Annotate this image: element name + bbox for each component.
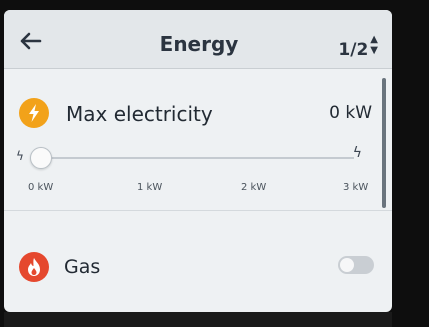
gas-label: Gas — [64, 256, 101, 278]
arrow-left-icon — [20, 32, 42, 50]
gas-toggle-knob — [340, 258, 354, 272]
slider-tick-label: 1 kW — [137, 182, 163, 193]
divider — [4, 210, 392, 211]
page-indicator: 1/2 — [338, 40, 369, 60]
device-bezel: Energy 1/2▲ ▼ Max electricity 0 kW ϟ ϟ 0 … — [0, 0, 429, 327]
max-electricity-label: Max electricity — [66, 102, 213, 126]
bolt-icon: ϟ — [352, 145, 362, 161]
slider-tick-label: 0 kW — [28, 182, 54, 193]
screen-bottom-bezel — [4, 312, 392, 327]
max-electricity-row: Max electricity 0 kW ϟ ϟ 0 kW 1 kW 2 kW … — [4, 68, 392, 218]
max-electricity-value: 0 kW — [329, 103, 372, 123]
gas-row: Gas — [4, 240, 392, 300]
screen: Energy 1/2▲ ▼ Max electricity 0 kW ϟ ϟ 0 … — [4, 10, 392, 312]
lightning-bolt-icon — [19, 98, 49, 128]
page-selector[interactable]: 1/2▲ ▼ — [338, 34, 378, 60]
back-button[interactable] — [18, 30, 44, 52]
slider-track[interactable] — [36, 157, 354, 159]
page-title: Energy — [159, 32, 239, 56]
slider-thumb[interactable] — [30, 147, 52, 169]
header-bar: Energy 1/2▲ ▼ — [4, 10, 392, 69]
small-bolt-icon: ϟ — [16, 149, 24, 163]
slider-tick-label: 2 kW — [241, 182, 267, 193]
max-electricity-slider[interactable]: ϟ ϟ — [16, 143, 362, 173]
slider-tick-label: 3 kW — [343, 182, 369, 193]
flame-icon — [19, 252, 49, 282]
up-down-arrows-icon: ▲ ▼ — [370, 34, 378, 56]
gas-toggle[interactable] — [338, 256, 374, 274]
